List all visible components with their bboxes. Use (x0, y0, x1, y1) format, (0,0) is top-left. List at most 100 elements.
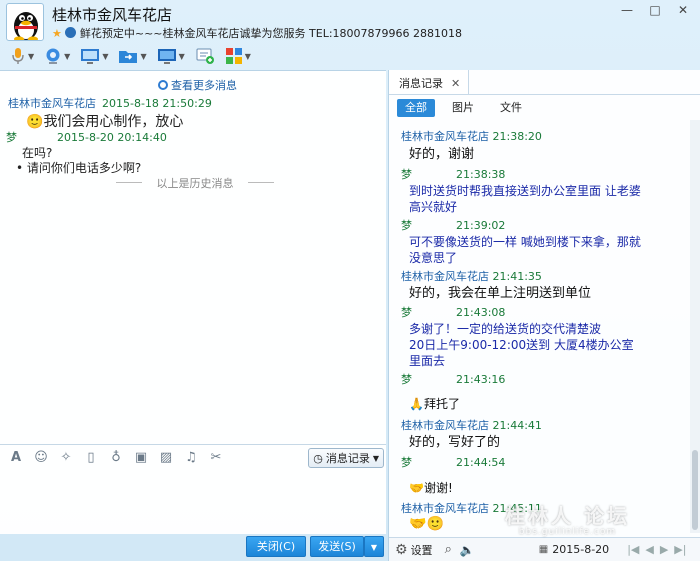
history-sender: 梦 (401, 306, 412, 319)
message-sender[interactable]: 桂林市金风车花店 (8, 97, 96, 110)
history-time: 21:43:08 (456, 306, 506, 319)
chat-messages-area: 查看更多消息 桂林市金风车花店 2015-8-18 21:50:29 🙂我们会用心… (0, 70, 386, 444)
scrollbar-thumb[interactable] (692, 450, 698, 530)
message-sender[interactable]: 梦 (6, 131, 17, 144)
group-chat-button[interactable] (193, 45, 217, 67)
chat-header: 桂林市金风车花店 ★ 鲜花预定中~~~桂林金风车花店诚挚为您服务 TEL:1800… (0, 0, 700, 44)
magic-wand-icon[interactable]: ✧ (58, 450, 74, 466)
send-button[interactable]: 发送(S) (310, 536, 364, 557)
history-entry-header: 梦 21:43:08 (401, 304, 505, 320)
calendar-icon[interactable]: ▦ (539, 544, 548, 555)
gear-icon[interactable]: ⚙ (395, 542, 408, 558)
video-call-button[interactable]: ▼ (42, 45, 72, 67)
close-window-icon[interactable]: ✕ (670, 0, 696, 20)
speaker-icon[interactable]: 🔈 (460, 543, 475, 557)
message-time: 2015-8-18 21:50:29 (102, 97, 212, 110)
history-message: 好的，谢谢 (409, 147, 475, 162)
filter-images-tab[interactable]: 图片 (445, 99, 481, 117)
screen-share-button[interactable]: ▼ (155, 45, 187, 67)
minimize-icon[interactable]: — (614, 0, 640, 20)
chevron-down-icon[interactable]: ▼ (140, 52, 146, 61)
tab-message-history[interactable]: 消息记录 ✕ (389, 70, 469, 94)
next-page-icon[interactable]: ▶ (660, 543, 668, 556)
history-time: 21:41:35 (492, 270, 542, 283)
screen-share-icon (81, 49, 100, 64)
history-time: 21:43:16 (456, 373, 506, 386)
star-icon: ★ (52, 27, 62, 40)
prev-page-icon[interactable]: ◀ (645, 543, 653, 556)
history-message-text: 谢谢! (423, 481, 453, 495)
voice-call-button[interactable]: ▼ (8, 45, 36, 67)
picture-icon[interactable]: ▨ (158, 450, 174, 466)
history-entry-header: 桂林市金风车花店 21:41:35 (401, 268, 542, 284)
chevron-down-icon[interactable]: ▼ (179, 52, 185, 61)
message-history-button[interactable]: ◷ 消息记录 ▼ (308, 448, 384, 468)
history-date[interactable]: 2015-8-20 (552, 543, 609, 556)
history-entry-header: 梦 21:39:02 (401, 217, 505, 233)
maximize-icon[interactable]: □ (642, 0, 668, 20)
message-time: 2015-8-20 20:14:40 (57, 131, 167, 144)
filter-files-tab[interactable]: 文件 (493, 99, 529, 117)
history-entry-header: 梦 21:43:16 (401, 371, 505, 387)
history-message: 好的，写好了的 (409, 435, 501, 450)
first-page-icon[interactable]: |◀ (627, 543, 639, 556)
view-more-messages-link[interactable]: 查看更多消息 (158, 77, 237, 93)
last-page-icon[interactable]: ▶| (674, 543, 686, 556)
apps-grid-icon (225, 48, 242, 64)
history-time: 21:44:41 (492, 419, 542, 432)
chevron-down-icon[interactable]: ▼ (64, 52, 70, 61)
screenshot-scissors-icon[interactable]: ✂ (208, 450, 224, 466)
message-input[interactable] (0, 470, 386, 534)
history-entry-header: 桂林市金风车花店 21:38:20 (401, 128, 542, 144)
history-message: 🤝🙂 (409, 516, 444, 532)
contact-name[interactable]: 桂林市金风车花店 (52, 4, 172, 25)
chat-toolbar: ▼ ▼ ▼ ▼ ▼ ▼ (0, 44, 700, 68)
history-message: 🤝谢谢! (409, 480, 453, 496)
history-sender: 桂林市金风车花店 (401, 419, 489, 432)
font-icon[interactable]: A (8, 450, 24, 466)
history-entry-header: 梦 21:38:38 (401, 166, 505, 182)
chevron-down-icon[interactable]: ▼ (245, 52, 251, 61)
emoji-icon[interactable]: ☺ (33, 450, 49, 466)
history-list: 桂林市金风车花店 21:38:20 好的，谢谢 梦 21:38:38 到时送货时帮… (389, 120, 689, 533)
voice-message-icon[interactable]: ♁ (108, 450, 124, 466)
close-tab-icon[interactable]: ✕ (451, 77, 460, 90)
send-file-button[interactable]: ▼ (116, 45, 148, 67)
remote-desktop-button[interactable]: ▼ (78, 45, 110, 67)
close-button[interactable]: 关闭(C) (246, 536, 306, 557)
contact-avatar[interactable] (6, 3, 44, 41)
handshake-emoji-icon: 🤝 (409, 516, 427, 532)
history-message: 🙏拜托了 (409, 396, 460, 412)
send-bar: 关闭(C) 发送(S) ▼ (0, 534, 386, 561)
history-panel: 消息记录 ✕ 全部 图片 文件 桂林市金风车花店 21:38:20 好的，谢谢 梦… (388, 70, 700, 561)
search-icon[interactable]: ⌕ (445, 542, 452, 557)
image-icon[interactable]: ▣ (133, 450, 149, 466)
handshake-emoji-icon: 🤝 (409, 481, 424, 495)
window-controls: — □ ✕ (614, 0, 696, 20)
clock-icon (158, 80, 168, 90)
send-options-button[interactable]: ▼ (364, 536, 384, 557)
history-scrollbar[interactable] (690, 120, 700, 533)
apps-button[interactable]: ▼ (223, 45, 253, 67)
signature-text: 鲜花预定中~~~桂林金风车花店诚挚为您服务 TEL:18007879966 28… (79, 27, 462, 40)
settings-label[interactable]: 设置 (411, 542, 433, 558)
shake-window-icon[interactable]: ▯ (83, 450, 99, 466)
qq-status-icon (64, 27, 76, 38)
history-time: 21:44:54 (456, 456, 506, 469)
message-header: 桂林市金风车花店 2015-8-18 21:50:29 (8, 95, 212, 111)
message-history-label: 消息记录 (325, 452, 370, 465)
chevron-down-icon: ▼ (370, 543, 378, 552)
history-time: 21:39:02 (456, 219, 506, 232)
input-toolbar: A ☺ ✧ ▯ ♁ ▣ ▨ ♫ ✂ ◷ 消息记录 ▼ (0, 444, 386, 470)
filter-all-tab[interactable]: 全部 (397, 99, 435, 117)
music-icon[interactable]: ♫ (183, 450, 199, 466)
history-sender: 桂林市金风车花店 (401, 130, 489, 143)
chevron-down-icon[interactable]: ▼ (102, 52, 108, 61)
tab-label: 消息记录 (399, 77, 443, 90)
history-message-line: 没意思了 (409, 251, 458, 265)
chevron-down-icon[interactable]: ▼ (28, 52, 34, 61)
contact-signature: ★ 鲜花预定中~~~桂林金风车花店诚挚为您服务 TEL:18007879966 2… (52, 25, 462, 41)
watermark-text: 桂林人 论坛 (505, 504, 630, 528)
site-watermark: 桂林人 论坛 bbs.guilinlife.com (505, 500, 630, 537)
clock-icon: ◷ (313, 451, 323, 465)
